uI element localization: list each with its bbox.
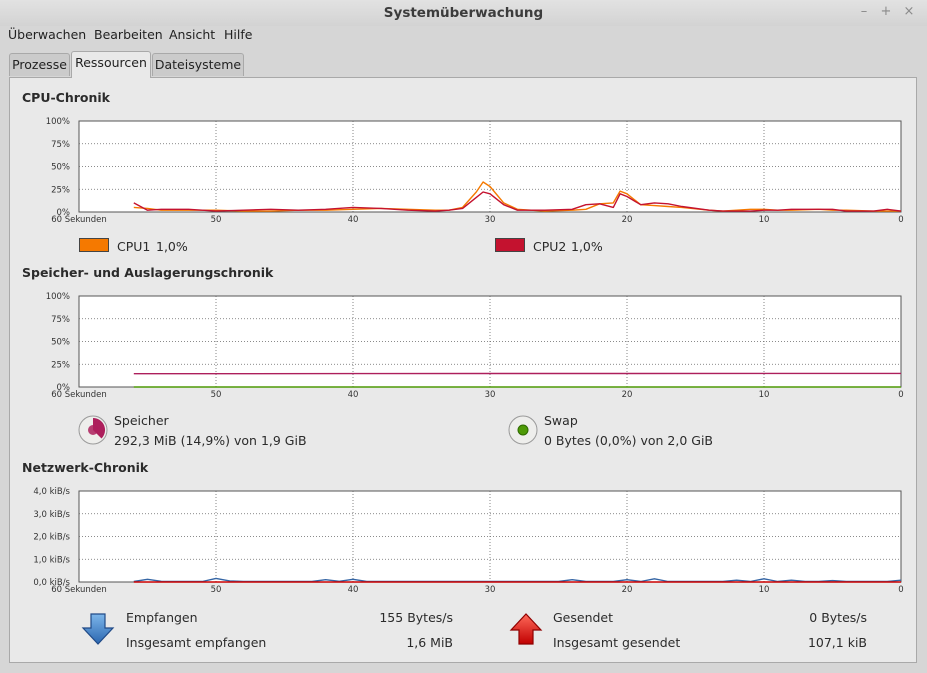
- total-sent-label: Insgesamt gesendet: [553, 635, 681, 650]
- menu-monitor[interactable]: Überwachen: [8, 27, 86, 42]
- memory-label: Speicher: [114, 413, 169, 428]
- sent-value: 0 Bytes/s: [809, 610, 867, 625]
- menu-help[interactable]: Hilfe: [224, 27, 252, 42]
- total-received-label: Insgesamt empfangen: [126, 635, 267, 650]
- cpu2-color-swatch[interactable]: [495, 238, 525, 252]
- arrow-down-icon[interactable]: [81, 612, 115, 646]
- window-title: Systemüberwachung: [383, 5, 544, 21]
- memory-section-title: Speicher- und Auslagerungschronik: [22, 265, 274, 280]
- memory-value: 292,3 MiB (14,9%) von 1,9 GiB: [114, 433, 307, 448]
- arrow-up-icon[interactable]: [509, 612, 543, 646]
- cpu-section-title: CPU-Chronik: [22, 90, 110, 105]
- swap-pie-icon[interactable]: [507, 414, 539, 446]
- sent-label: Gesendet: [553, 610, 614, 625]
- maximize-icon[interactable]: +: [879, 5, 893, 19]
- cpu1-label: CPU1: [117, 239, 151, 254]
- tab-processes[interactable]: Prozesse: [9, 53, 70, 76]
- cpu1-value: 1,0%: [156, 239, 188, 254]
- close-icon[interactable]: ×: [902, 5, 916, 19]
- received-label: Empfangen: [126, 610, 198, 625]
- memory-pie-icon[interactable]: [77, 414, 109, 446]
- tab-filesystems[interactable]: Dateisysteme: [152, 53, 244, 76]
- cpu2-value: 1,0%: [571, 239, 603, 254]
- swap-label: Swap: [544, 413, 578, 428]
- total-sent-value: 107,1 kiB: [807, 635, 867, 650]
- menu-edit[interactable]: Bearbeiten: [94, 27, 163, 42]
- menu-view[interactable]: Ansicht: [169, 27, 215, 42]
- total-received-value: 1,6 MiB: [406, 635, 453, 650]
- received-value: 155 Bytes/s: [379, 610, 453, 625]
- swap-value: 0 Bytes (0,0%) von 2,0 GiB: [544, 433, 713, 448]
- window-titlebar[interactable]: Systemüberwachung – + ×: [0, 0, 927, 26]
- minimize-icon[interactable]: –: [857, 5, 871, 19]
- network-section-title: Netzwerk-Chronik: [22, 460, 149, 475]
- cpu1-color-swatch[interactable]: [79, 238, 109, 252]
- cpu2-label: CPU2: [533, 239, 567, 254]
- tab-resources[interactable]: Ressourcen: [71, 51, 151, 78]
- resources-panel: [9, 77, 917, 663]
